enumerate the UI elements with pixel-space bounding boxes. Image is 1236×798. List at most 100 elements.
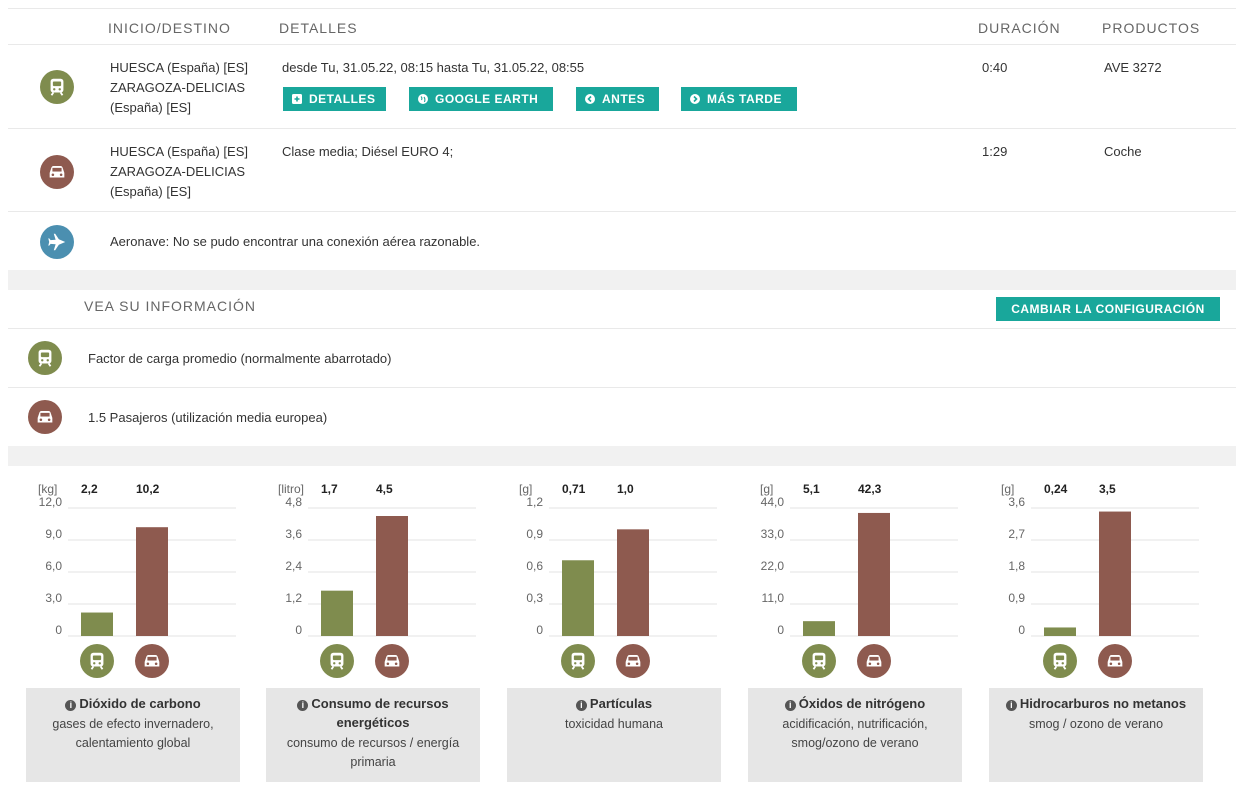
row1-duration: 0:40 xyxy=(982,60,1008,75)
car-bar xyxy=(617,529,649,636)
car-icon xyxy=(40,155,74,189)
info-icon[interactable]: i xyxy=(784,700,796,711)
car-icon xyxy=(135,644,169,678)
train-value-label: 5,1 xyxy=(803,482,820,496)
chart-caption-card[interactable]: i Óxidos de nitrógeno acidificación, nutri… xyxy=(748,688,962,782)
chart-caption-card[interactable]: i Hidrocarburos no metanos smog / ozono de… xyxy=(989,688,1203,782)
y-tick-label: 12,0 xyxy=(39,495,63,509)
row1-details: desde Tu, 31.05.22, 08:15 hasta Tu, 31.0… xyxy=(282,60,585,75)
plane-icon xyxy=(40,225,74,259)
chart-plot: 0 0,3 0,6 0,9 1,2 xyxy=(526,495,717,637)
row2-origin: HUESCA (España) [ES] ZARAGOZA-DELICIAS (… xyxy=(110,142,248,202)
y-tick-label: 22,0 xyxy=(761,559,785,573)
y-tick-label: 0 xyxy=(536,623,543,637)
row2-origin-line1: HUESCA (España) [ES] xyxy=(110,144,248,159)
y-tick-label: 4,8 xyxy=(285,495,302,509)
chart-subtitle: toxicidad humana xyxy=(565,717,663,731)
info-title: VEA SU INFORMACIÓN xyxy=(84,298,257,314)
header-details: DETALLES xyxy=(279,20,358,36)
car-icon xyxy=(616,644,650,678)
left-arrow-circle-icon xyxy=(584,93,596,105)
y-tick-label: 2,7 xyxy=(1008,527,1025,541)
car-icon xyxy=(28,400,62,434)
row1-origin-line1: HUESCA (España) [ES] xyxy=(110,60,248,75)
train-icon xyxy=(320,644,354,678)
train-value-label: 0,71 xyxy=(562,482,586,496)
info-icon[interactable]: i xyxy=(65,700,77,711)
emission-chart: [kg] 0 3,0 6,0 9,0 12,0 2,2 10,2 i Dióxido de car… xyxy=(26,478,256,788)
chart-title: Óxidos de nitrógeno xyxy=(798,696,926,711)
emission-chart: [litro] 0 1,2 2,4 3,6 4,8 1,7 4,5 i Consumo de re… xyxy=(266,478,496,788)
train-icon xyxy=(40,70,74,104)
cambiar-configuracion-label: CAMBIAR LA CONFIGURACIÓN xyxy=(1011,302,1205,316)
globe-icon xyxy=(417,93,429,105)
detalles-button[interactable]: DETALLES xyxy=(283,87,386,111)
chart-plot: 0 11,0 22,0 33,0 44,0 xyxy=(761,495,958,637)
info-icon[interactable]: i xyxy=(1005,700,1017,711)
y-tick-label: 0,3 xyxy=(526,591,543,605)
y-tick-label: 11,0 xyxy=(762,591,785,605)
mas-tarde-button[interactable]: MÁS TARDE xyxy=(681,87,797,111)
antes-button[interactable]: ANTES xyxy=(576,87,659,111)
info-icon[interactable]: i xyxy=(297,700,309,711)
chart-title: Partículas xyxy=(589,696,653,711)
detalles-button-label: DETALLES xyxy=(309,92,376,106)
y-tick-label: 33,0 xyxy=(761,527,785,541)
chart-subtitle: gases de efecto invernadero, calentamien… xyxy=(52,717,214,750)
header-duration: DURACIÓN xyxy=(978,20,1061,36)
chart-caption-card[interactable]: i Consumo de recursos energéticos consumo … xyxy=(266,688,480,782)
y-tick-label: 6,0 xyxy=(45,559,62,573)
y-tick-label: 1,2 xyxy=(285,591,302,605)
train-bar xyxy=(562,560,594,636)
y-tick-label: 0,6 xyxy=(526,559,543,573)
row2-product: Coche xyxy=(1104,144,1142,159)
car-bar xyxy=(1099,511,1131,636)
y-tick-label: 44,0 xyxy=(761,495,785,509)
car-value-label: 42,3 xyxy=(858,482,882,496)
row2-origin-line2: ZARAGOZA-DELICIAS xyxy=(110,164,246,179)
y-tick-label: 2,4 xyxy=(285,559,302,573)
row2-origin-line3: (España) [ES] xyxy=(110,184,191,199)
chart-caption-card[interactable]: i Dióxido de carbono gases de efecto inver… xyxy=(26,688,240,782)
chart-title: Dióxido de carbono xyxy=(79,696,201,711)
y-tick-label: 9,0 xyxy=(45,527,62,541)
train-value-label: 2,2 xyxy=(81,482,98,496)
train-icon xyxy=(28,341,62,375)
train-value-label: 1,7 xyxy=(321,482,338,496)
chart-subtitle: consumo de recursos / energía primaria xyxy=(286,736,460,769)
chart-plot: 0 0,9 1,8 2,7 3,6 xyxy=(1008,495,1199,637)
y-tick-label: 1,8 xyxy=(1008,559,1025,573)
row1-origin-line3: (España) [ES] xyxy=(110,100,191,115)
row1-origin: HUESCA (España) [ES] ZARAGOZA-DELICIAS (… xyxy=(110,58,248,118)
y-tick-label: 0 xyxy=(55,623,62,637)
y-tick-label: 3,6 xyxy=(285,527,302,541)
emission-chart: [g] 0 0,3 0,6 0,9 1,2 0,71 1,0 i Partículas toxici… xyxy=(507,478,737,788)
car-value-label: 10,2 xyxy=(136,482,160,496)
row2-details: Clase media; Diésel EURO 4; xyxy=(282,144,454,159)
chart-title: Consumo de recursos energéticos xyxy=(311,696,449,730)
car-icon xyxy=(857,644,891,678)
train-icon xyxy=(1043,644,1077,678)
chart-subtitle: smog / ozono de verano xyxy=(1028,717,1164,731)
car-value-label: 3,5 xyxy=(1099,482,1116,496)
chart-caption-card[interactable]: i Partículas toxicidad humana xyxy=(507,688,721,782)
cambiar-configuracion-button[interactable]: CAMBIAR LA CONFIGURACIÓN xyxy=(996,297,1220,321)
row1-product: AVE 3272 xyxy=(1104,60,1162,75)
train-value-label: 0,24 xyxy=(1044,482,1068,496)
row2-duration: 1:29 xyxy=(982,144,1008,159)
y-tick-label: 0 xyxy=(1018,623,1025,637)
mas-tarde-button-label: MÁS TARDE xyxy=(707,92,782,106)
y-tick-label: 3,0 xyxy=(45,591,62,605)
train-bar xyxy=(321,590,353,636)
train-info-text: Factor de carga promedio (normalmente ab… xyxy=(88,351,392,366)
google-earth-button[interactable]: GOOGLE EARTH xyxy=(409,87,553,111)
car-bar xyxy=(858,512,890,636)
train-bar xyxy=(803,621,835,636)
plus-square-icon xyxy=(291,93,303,105)
info-icon[interactable]: i xyxy=(575,700,587,711)
header-origin: INICIO/DESTINO xyxy=(108,20,231,36)
train-icon xyxy=(561,644,595,678)
y-tick-label: 0,9 xyxy=(1008,591,1025,605)
car-bar xyxy=(136,527,168,636)
car-value-label: 4,5 xyxy=(376,482,393,496)
